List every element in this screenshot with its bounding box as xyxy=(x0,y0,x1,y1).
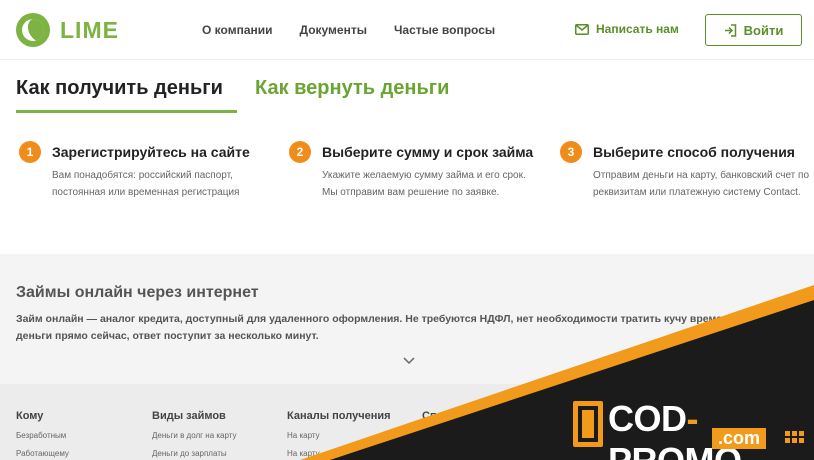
footer-column-loan-types: Виды займов Деньги в долг на карту Деньг… xyxy=(152,410,237,458)
footer-link[interactable]: Безработным xyxy=(16,431,69,440)
footer-column-title: Виды займов xyxy=(152,410,226,422)
chevron-down-icon[interactable] xyxy=(403,352,415,370)
footer-link[interactable]: На карту xyxy=(287,431,391,440)
envelope-icon xyxy=(575,23,589,35)
step-title: Зарегистрируйтесь на сайте xyxy=(52,144,250,160)
logo-text: LIME xyxy=(60,16,119,43)
footer-column-title: Каналы получения xyxy=(287,410,391,422)
login-button[interactable]: Войти xyxy=(705,14,802,46)
login-label: Войти xyxy=(743,22,784,38)
footer-column-methods: Сп xyxy=(422,410,437,422)
nav-item-documents[interactable]: Документы xyxy=(300,23,367,37)
footer-link[interactable]: На карту xyxy=(287,449,391,458)
login-icon xyxy=(724,23,736,37)
footer-link[interactable]: Деньги в долг на карту xyxy=(152,431,237,440)
step-number-badge: 3 xyxy=(560,141,582,163)
info-text: Займ онлайн — аналог кредита, доступный … xyxy=(16,311,796,345)
main-nav: О компании Документы Частые вопросы xyxy=(202,23,522,37)
nav-item-faq[interactable]: Частые вопросы xyxy=(394,23,495,37)
lime-logo[interactable]: LIME xyxy=(16,13,119,47)
write-us-label: Написать нам xyxy=(596,22,679,36)
lime-logo-icon xyxy=(16,13,50,47)
step-title: Выберите способ получения xyxy=(593,144,795,160)
tab-get-money[interactable]: Как получить деньги xyxy=(16,77,223,100)
step-title: Выберите сумму и срок займа xyxy=(322,144,534,160)
footer-link[interactable]: Работающему xyxy=(16,449,69,458)
step-description: Вам понадобятся: российский паспорт, пос… xyxy=(52,170,240,198)
write-us-link[interactable]: Написать нам xyxy=(575,22,679,36)
step-number-badge: 1 xyxy=(19,141,41,163)
info-section: Займы онлайн через интернет Займ онлайн … xyxy=(0,254,814,384)
footer-column-channels: Каналы получения На карту На карту xyxy=(287,410,391,458)
footer-column-title: Кому xyxy=(16,410,44,422)
step-description: Отправим деньги на карту, банковский сче… xyxy=(593,170,810,198)
footer-column-whom: Кому Безработным Работающему xyxy=(16,410,69,458)
tab-return-money[interactable]: Как вернуть деньги xyxy=(255,77,449,100)
footer-link[interactable]: Деньги до зарплаты xyxy=(152,449,237,458)
nav-item-about[interactable]: О компании xyxy=(202,23,273,37)
step-description: Укажите желаемую сумму займа и его срок.… xyxy=(322,170,526,198)
info-title: Займы онлайн через интернет xyxy=(16,284,259,301)
step-number-badge: 2 xyxy=(289,141,311,163)
info-text-line: Займ онлайн — аналог кредита, доступный … xyxy=(16,313,723,325)
active-tab-indicator xyxy=(16,110,237,113)
site-footer: Кому Безработным Работающему Виды займов… xyxy=(0,384,814,460)
footer-column-title: Сп xyxy=(422,410,437,422)
site-header: LIME О компании Документы Частые вопросы… xyxy=(0,0,814,60)
info-text-line: деньги прямо сейчас, ответ поступит за н… xyxy=(16,330,319,342)
